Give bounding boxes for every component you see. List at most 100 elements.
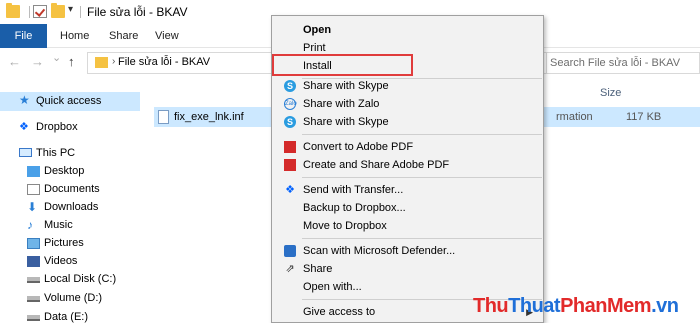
watermark: ThuThuatPhanMem.vn — [473, 295, 679, 318]
pictures-icon — [27, 238, 40, 249]
sidebar-item-label: Pictures — [44, 237, 84, 249]
menu-item-label: Open — [303, 24, 332, 36]
folder-icon[interactable] — [6, 3, 20, 18]
menu-item-label: Convert to Adobe PDF — [303, 141, 414, 153]
sidebar-item-local-disk-c[interactable]: Local Disk (C:) — [27, 270, 140, 289]
share-icon: ⇗ — [285, 263, 295, 275]
file-icon — [158, 110, 169, 124]
menu-item-move-dropbox[interactable]: Move to Dropbox — [272, 217, 543, 235]
sidebar-item-data-e[interactable]: Data (E:) — [27, 308, 140, 323]
computer-icon — [19, 148, 32, 157]
menu-item-send-transfer[interactable]: ❖ Send with Transfer... — [272, 181, 543, 199]
tab-home[interactable]: Home — [60, 24, 89, 48]
sidebar-item-this-pc[interactable]: This PC — [19, 144, 140, 163]
menu-item-label: Share with Zalo — [303, 98, 380, 110]
menu-item-open[interactable]: Open — [272, 21, 543, 39]
menu-item-label: Send with Transfer... — [303, 184, 404, 196]
dropbox-icon: ❖ — [19, 121, 29, 133]
menu-separator — [302, 177, 542, 178]
up-arrow-icon[interactable]: ↑ — [68, 54, 75, 69]
menu-item-label: Backup to Dropbox... — [303, 202, 406, 214]
sidebar-item-label: Downloads — [44, 201, 99, 213]
documents-icon — [27, 184, 40, 195]
menu-item-create-share-pdf[interactable]: Create and Share Adobe PDF — [272, 156, 543, 174]
folder-icon — [95, 57, 108, 68]
menu-item-convert-pdf[interactable]: Convert to Adobe PDF — [272, 138, 543, 156]
menu-item-label: Move to Dropbox — [303, 220, 387, 232]
sidebar-item-label: Music — [44, 219, 73, 231]
sidebar-item-label: Documents — [44, 183, 100, 195]
menu-item-label: Share with Skype — [303, 116, 389, 128]
menu-item-share-skype[interactable]: S Share with Skype — [272, 77, 543, 95]
properties-icon[interactable] — [33, 5, 47, 18]
search-input[interactable]: Search File sửa lỗi - BKAV — [550, 57, 680, 69]
skype-icon: S — [284, 80, 296, 92]
title-divider-2 — [80, 6, 81, 18]
disk-icon — [27, 277, 40, 283]
sidebar-item-label: Data (E:) — [44, 311, 89, 323]
menu-item-share-skype-2[interactable]: S Share with Skype — [272, 113, 543, 131]
zalo-icon: Zalo — [284, 98, 297, 110]
sidebar-item-videos[interactable]: Videos — [27, 252, 140, 271]
install-highlight-box — [272, 54, 413, 76]
file-name: fix_exe_lnk.inf — [174, 111, 244, 123]
address-path: File sửa lỗi - BKAV — [118, 56, 211, 68]
sidebar-item-desktop[interactable]: Desktop — [27, 162, 140, 181]
disk-icon — [27, 315, 40, 321]
menu-item-label: Share with Skype — [303, 80, 389, 92]
skype-icon: S — [284, 116, 296, 128]
title-divider — [29, 6, 30, 18]
quick-access-toolbar-dropdown[interactable]: ▾ — [68, 4, 73, 15]
menu-separator — [302, 238, 542, 239]
downloads-icon: ⬇ — [27, 200, 38, 214]
dropbox-icon: ❖ — [285, 184, 295, 196]
menu-item-label: Share — [303, 263, 333, 275]
search-box[interactable]: Search File sửa lỗi - BKAV — [544, 52, 700, 74]
tab-share[interactable]: Share — [109, 24, 138, 48]
sidebar-item-documents[interactable]: Documents — [27, 180, 140, 199]
sidebar-item-dropbox[interactable]: ❖ Dropbox — [19, 118, 140, 137]
sidebar-item-music[interactable]: ♪ Music — [27, 216, 140, 235]
sidebar-item-label: Quick access — [36, 95, 102, 107]
menu-item-label: Give access to — [303, 306, 376, 318]
sidebar-item-label: Dropbox — [36, 121, 78, 133]
sidebar-item-label: Videos — [44, 255, 78, 267]
disk-icon — [27, 296, 40, 302]
chevron-right-icon[interactable]: › — [112, 56, 115, 67]
menu-item-share-zalo[interactable]: Zalo Share with Zalo — [272, 95, 543, 113]
back-arrow-icon[interactable]: ← — [8, 54, 21, 69]
new-folder-icon[interactable] — [51, 3, 65, 18]
file-type: rmation — [556, 111, 593, 123]
sidebar-item-label: Desktop — [44, 165, 85, 177]
menu-item-backup-dropbox[interactable]: Backup to Dropbox... — [272, 199, 543, 217]
watermark-part: .vn — [651, 295, 679, 317]
menu-item-label: Create and Share Adobe PDF — [303, 159, 450, 171]
navigation-pane: ★ Quick access ❖ Dropbox This PC Desktop… — [0, 82, 140, 323]
pdf-icon — [284, 159, 296, 171]
column-header-size[interactable]: Size — [600, 87, 621, 99]
sidebar-item-label: Volume (D:) — [44, 292, 103, 304]
file-size: 117 KB — [626, 111, 662, 123]
sidebar-item-label: This PC — [36, 147, 76, 159]
menu-item-share[interactable]: ⇗ Share — [272, 260, 543, 278]
sidebar-item-pictures[interactable]: Pictures — [27, 234, 140, 253]
window-title: File sửa lỗi - BKAV — [87, 5, 188, 19]
defender-shield-icon — [284, 245, 296, 257]
recent-locations-icon[interactable]: ⌄ — [52, 51, 61, 64]
sidebar-item-quick-access[interactable]: ★ Quick access — [0, 92, 140, 111]
star-icon: ★ — [19, 93, 30, 107]
tab-file[interactable]: File — [0, 24, 47, 48]
watermark-part: PhanMem — [560, 295, 652, 317]
menu-item-open-with[interactable]: Open with... — [272, 278, 543, 296]
sidebar-item-downloads[interactable]: ⬇ Downloads — [27, 198, 140, 217]
forward-arrow-icon[interactable]: → — [31, 54, 44, 69]
menu-item-scan-defender[interactable]: Scan with Microsoft Defender... — [272, 242, 543, 260]
menu-item-label: Open with... — [303, 281, 362, 293]
music-icon: ♪ — [27, 218, 33, 232]
sidebar-item-volume-d[interactable]: Volume (D:) — [27, 289, 140, 308]
videos-icon — [27, 256, 40, 267]
sidebar-item-label: Local Disk (C:) — [44, 273, 117, 285]
desktop-folder-icon — [27, 166, 40, 177]
watermark-part: Thu — [473, 295, 509, 317]
tab-view[interactable]: View — [155, 24, 179, 48]
